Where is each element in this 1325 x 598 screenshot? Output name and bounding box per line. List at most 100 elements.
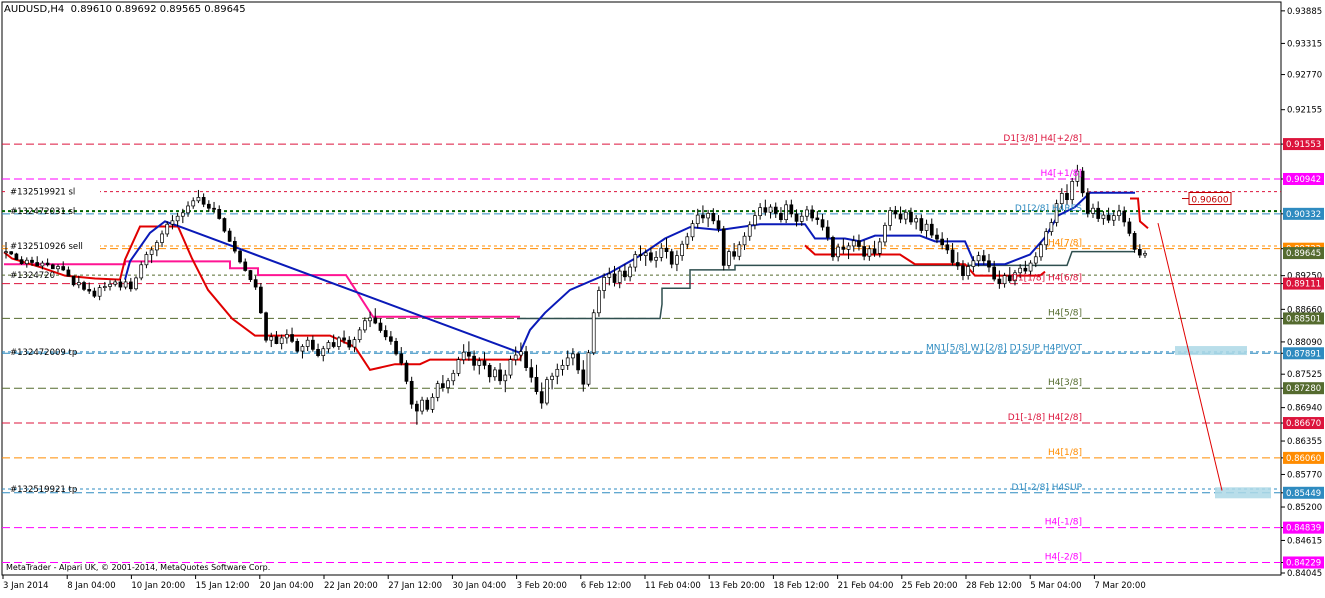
- candle-body: [61, 266, 66, 271]
- candlestick-chart[interactable]: D1[3/8] H4[+2/8] H4[+1/8] D1[2/8] H4RES H4[…: [0, 0, 1325, 594]
- level-label: D1[3/8] H4[+2/8]: [1003, 134, 1082, 144]
- candle-body: [805, 209, 809, 217]
- chart-window[interactable]: D1[3/8] H4[+2/8] H4[+1/8] D1[2/8] H4RES H4[…: [0, 0, 1325, 594]
- candle-body: [799, 215, 804, 222]
- candle-body: [763, 207, 768, 213]
- price-box-label: 0.88501: [1286, 314, 1321, 324]
- order-label: #132472031 sl: [10, 207, 75, 217]
- candle-body: [789, 204, 794, 215]
- candle-body: [40, 262, 45, 267]
- symbol-header: AUDUSD,H4 0.89610 0.89692 0.89565 0.8964…: [4, 4, 246, 15]
- candle-body: [935, 234, 939, 240]
- candle-body: [1033, 256, 1038, 264]
- candle-body: [955, 262, 960, 267]
- candle-body: [945, 244, 950, 251]
- candle-body: [768, 206, 773, 213]
- candle-body: [331, 342, 336, 347]
- candle-body: [659, 247, 664, 258]
- candle-body: [571, 353, 575, 359]
- candle-body: [45, 262, 50, 266]
- candle-body: [872, 248, 877, 254]
- x-tick-label: 3 Jan 2014: [3, 581, 49, 591]
- candle-body: [675, 255, 679, 265]
- candle-body: [597, 290, 601, 314]
- candle-body: [487, 364, 492, 378]
- candle-body: [305, 339, 310, 347]
- order-label: #132519921 tp: [10, 485, 77, 495]
- candle-body: [1085, 192, 1090, 214]
- candle-body: [716, 220, 721, 230]
- candle-body: [472, 355, 476, 366]
- candle-body: [227, 230, 232, 242]
- candle-body: [363, 320, 367, 331]
- candle-body: [253, 279, 258, 288]
- candle-body: [742, 235, 747, 246]
- candle-body: [30, 259, 34, 263]
- candle-body: [97, 287, 102, 297]
- candle-body: [258, 286, 263, 314]
- candle-body: [1143, 253, 1147, 256]
- candle-body: [404, 362, 409, 382]
- candle-body: [1106, 214, 1111, 221]
- price-box-label: 0.86670: [1286, 419, 1321, 429]
- candle-body: [394, 340, 398, 355]
- candle-body: [924, 223, 929, 231]
- candle-body: [1096, 207, 1101, 219]
- candle-body: [534, 376, 539, 392]
- candle-body: [680, 243, 684, 257]
- candle-body: [555, 368, 560, 377]
- x-tick-label: 21 Feb 04:00: [838, 581, 894, 591]
- candle-body: [456, 359, 461, 374]
- candle-body: [4, 251, 8, 254]
- candle-body: [773, 206, 778, 214]
- candle-body: [430, 396, 435, 410]
- candle-body: [1049, 222, 1054, 233]
- candle-body: [19, 259, 24, 264]
- candle-body: [206, 203, 211, 209]
- candle-body: [721, 228, 726, 266]
- candle-body: [186, 205, 190, 214]
- price-box-label: 0.91553: [1286, 140, 1321, 150]
- candle-body: [87, 289, 92, 292]
- candle-body: [981, 255, 986, 262]
- candle-body: [591, 312, 596, 354]
- candle-body: [732, 251, 736, 257]
- candle-body: [747, 224, 752, 237]
- candle-body: [649, 252, 653, 261]
- candle-body: [467, 351, 471, 357]
- candle-body: [992, 266, 997, 280]
- candle-body: [71, 275, 76, 286]
- price-box-label: 0.87280: [1286, 384, 1321, 394]
- low-value: 0.89565: [159, 4, 202, 15]
- y-tick-label: 0.92155: [1287, 106, 1322, 116]
- candle-body: [685, 236, 690, 245]
- level-label: H4[+1/8]: [1040, 169, 1082, 179]
- candle-body: [56, 266, 60, 270]
- price-box-label: 0.89645: [1286, 249, 1321, 259]
- candle-body: [586, 352, 591, 385]
- x-tick-label: 8 Jan 04:00: [67, 581, 115, 591]
- candle-body: [966, 266, 971, 276]
- candle-body: [24, 259, 29, 264]
- x-tick-label: 13 Feb 20:00: [709, 581, 765, 591]
- candle-body: [669, 251, 674, 265]
- candle-body: [201, 197, 206, 205]
- candle-body: [108, 283, 112, 287]
- candle-body: [576, 353, 580, 371]
- candle-body: [513, 354, 518, 360]
- order-label: #132510926 sell: [10, 242, 83, 252]
- order-label: #132519921 sl: [10, 188, 75, 198]
- candle-body: [180, 212, 185, 217]
- price-box-label: 0.89111: [1286, 280, 1321, 290]
- level-label: H4[-1/8]: [1045, 518, 1082, 528]
- price-box-label: 0.90332: [1286, 210, 1321, 220]
- candle-body: [415, 403, 419, 412]
- candle-body: [711, 213, 716, 222]
- y-tick-label: 0.93885: [1287, 7, 1322, 17]
- candle-body: [1059, 193, 1064, 205]
- level-label: H4[3/8]: [1048, 378, 1082, 388]
- x-tick-label: 15 Jan 12:00: [196, 581, 250, 591]
- x-tick-label: 6 Feb 12:00: [581, 581, 631, 591]
- candle-body: [654, 257, 658, 261]
- candle-body: [300, 346, 305, 352]
